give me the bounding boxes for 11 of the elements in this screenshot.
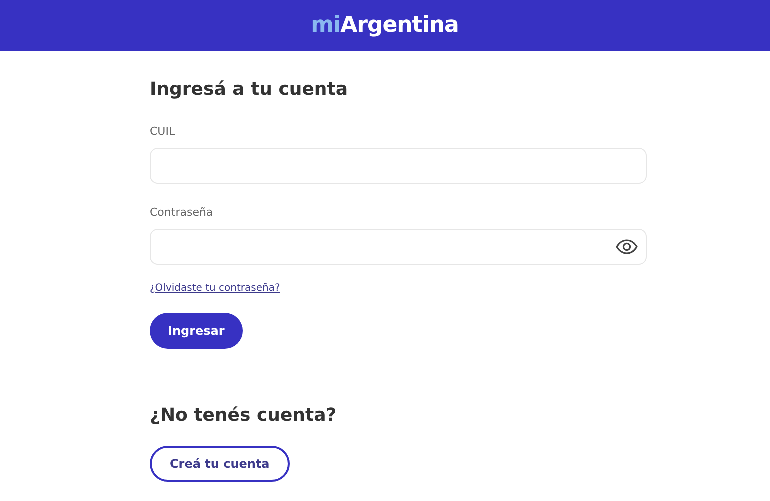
login-button[interactable]: Ingresar (150, 313, 243, 349)
cuil-field[interactable] (150, 148, 647, 184)
logo[interactable]: miArgentina (311, 13, 459, 38)
field-label: Contraseña (150, 206, 214, 220)
password-field[interactable] (150, 229, 647, 265)
signup-title: ¿No tenés cuenta? (150, 404, 337, 428)
field-label: CUIL (150, 125, 176, 139)
show-password-icon[interactable] (616, 239, 638, 255)
forgot-password-link[interactable]: ¿Olvidaste tu contraseña? (150, 283, 280, 294)
form-title: Ingresá a tu cuenta (150, 78, 348, 102)
create-account-button[interactable]: Creá tu cuenta (150, 446, 290, 482)
